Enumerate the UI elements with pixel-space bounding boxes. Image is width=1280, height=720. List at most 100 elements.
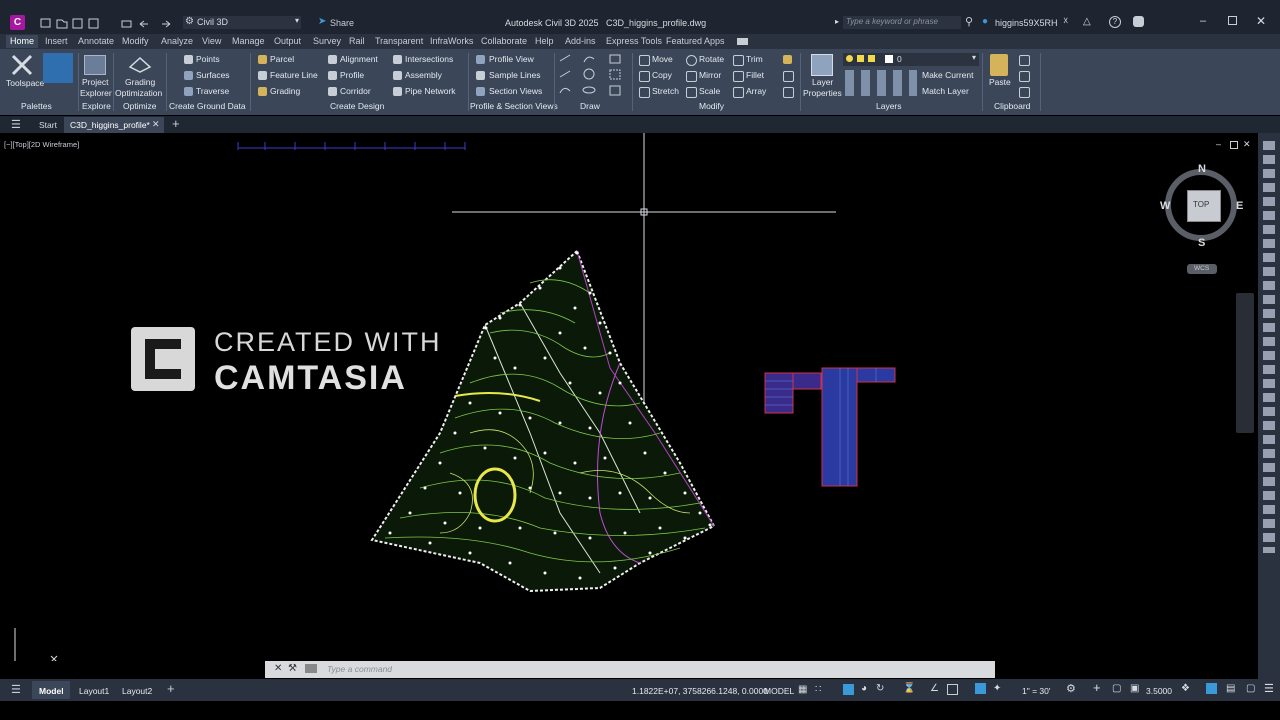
make-current-button[interactable]: Make Current <box>922 70 974 81</box>
polar-icon[interactable]: ◕ <box>861 683 867 694</box>
grid-icon[interactable]: ▦ <box>798 684 807 695</box>
clean-screen-icon[interactable] <box>1206 683 1217 694</box>
viewcube-top-face[interactable]: TOP <box>1187 190 1221 222</box>
fillet-button[interactable]: Fillet <box>746 70 764 81</box>
section-views-button[interactable]: Section Views <box>489 86 542 97</box>
coordinates-readout[interactable]: 1.1822E+07, 3758266.1248, 0.0000 <box>632 686 768 696</box>
isolate-icon[interactable]: ❖ <box>1181 683 1190 694</box>
ortho-icon[interactable] <box>843 684 854 695</box>
feature-line-button[interactable]: Feature Line <box>270 70 318 81</box>
tab-featured-apps[interactable]: Featured Apps <box>662 35 729 48</box>
tab-help[interactable]: Help <box>531 35 558 48</box>
layout1-tab[interactable]: Layout1 <box>79 686 109 696</box>
snap-icon[interactable]: ∷ <box>815 684 821 695</box>
move-button[interactable]: Move <box>652 54 673 65</box>
tab-analyze[interactable]: Analyze <box>157 35 197 48</box>
isodraft-icon[interactable]: ↻ <box>876 683 884 694</box>
wcs-menu[interactable]: WCS <box>1187 264 1217 274</box>
tab-survey[interactable]: Survey <box>309 35 345 48</box>
ribbon-toggle-icon[interactable] <box>737 38 748 45</box>
connect-icon[interactable]: △ <box>1083 16 1091 27</box>
cmd-settings-icon[interactable]: ⚒ <box>288 663 297 674</box>
array-button[interactable]: Array <box>746 86 766 97</box>
erase-icon[interactable] <box>783 55 792 64</box>
osnap-icon[interactable]: ∠ <box>930 683 939 694</box>
help-icon[interactable]: ? <box>1109 16 1121 28</box>
tab-modify[interactable]: Modify <box>118 35 153 48</box>
properties-icon[interactable]: ▤ <box>1226 683 1235 694</box>
layer-select[interactable]: 0 ▾ <box>843 53 979 66</box>
minimize-button[interactable]: – <box>1200 15 1206 27</box>
copy-clip-icon[interactable] <box>1019 55 1030 66</box>
project-explorer-button[interactable]: Project Explorer <box>80 51 112 99</box>
tab-home[interactable]: Home <box>6 35 39 48</box>
ground-data-panel-title[interactable]: Create Ground Data <box>169 101 246 111</box>
mirror-button[interactable]: Mirror <box>699 70 721 81</box>
compass-east[interactable]: E <box>1236 200 1243 212</box>
intersections-button[interactable]: Intersections <box>405 54 453 65</box>
cmd-close-icon[interactable]: ✕ <box>274 663 282 674</box>
create-design-panel-title[interactable]: Create Design <box>330 101 384 111</box>
draw-panel-title[interactable]: Draw <box>580 101 600 111</box>
annotation-scale[interactable]: 1" = 30' <box>1022 686 1051 696</box>
drawing-viewport[interactable]: [−][Top][2D Wireframe] – ✕ CREATED WITH … <box>0 133 1258 661</box>
tab-output[interactable]: Output <box>270 35 305 48</box>
compass-north[interactable]: N <box>1198 163 1206 175</box>
menu-icon[interactable]: ☰ <box>11 118 21 131</box>
layer-properties-button[interactable]: Layer Properties <box>802 51 842 99</box>
traverse-button[interactable]: Traverse <box>196 86 229 97</box>
points-button[interactable]: Points <box>196 54 220 65</box>
viewcube[interactable]: TOP N S W E <box>1160 163 1248 251</box>
osnap-track-icon[interactable]: ⌛ <box>903 683 915 694</box>
toolbar-icons[interactable] <box>1263 141 1275 553</box>
parcel-button[interactable]: Parcel <box>270 54 294 65</box>
file-tab-active[interactable]: C3D_higgins_profile* ✕ <box>64 117 164 133</box>
start-tab[interactable]: Start <box>39 120 57 130</box>
stretch-button[interactable]: Stretch <box>652 86 679 97</box>
tab-infraworks[interactable]: InfraWorks <box>426 35 477 48</box>
app-store-icon[interactable] <box>1133 16 1144 27</box>
search-input[interactable]: Type a keyword or phrase <box>843 16 961 29</box>
compass-west[interactable]: W <box>1160 200 1170 212</box>
tab-insert[interactable]: Insert <box>41 35 72 48</box>
share-button[interactable]: Share <box>330 18 354 28</box>
new-tab-icon[interactable]: + <box>172 116 180 131</box>
customization-icon[interactable]: ☰ <box>1264 682 1274 695</box>
grading-optimization-button[interactable]: Grading Optimization <box>115 51 165 99</box>
sample-lines-button[interactable]: Sample Lines <box>489 70 541 81</box>
tab-express-tools[interactable]: Express Tools <box>602 35 666 48</box>
palettes-panel-title[interactable]: Palettes <box>21 101 52 111</box>
compass-south[interactable]: S <box>1198 237 1205 249</box>
scale-button[interactable]: Scale <box>699 86 720 97</box>
menu-icon[interactable]: ☰ <box>11 683 21 696</box>
selection-icon[interactable] <box>947 684 958 695</box>
units-icon[interactable]: ▢ <box>1112 683 1121 694</box>
hardware-icon[interactable]: ▣ <box>1130 683 1139 694</box>
workspace-select[interactable]: ⚙ Civil 3D ▾ <box>183 16 301 29</box>
close-icon[interactable]: ✕ <box>152 119 160 130</box>
lineweight-readout[interactable]: 3.5000 <box>1146 686 1172 696</box>
user-menu[interactable]: higgins59X5RH <box>995 18 1058 28</box>
cmd-prompt-icon[interactable] <box>305 664 317 673</box>
cart-icon[interactable]: ☓ <box>1063 16 1068 27</box>
surfaces-button[interactable]: Surfaces <box>196 70 230 81</box>
search-icon[interactable]: ⚲ <box>965 15 973 28</box>
workspace-gear-icon[interactable]: ⚙ <box>1066 682 1076 695</box>
cut-icon[interactable] <box>1019 71 1030 82</box>
offset-icon[interactable] <box>783 87 794 98</box>
layers-panel-title[interactable]: Layers <box>876 101 902 111</box>
profile-button[interactable]: Profile <box>340 70 364 81</box>
corridor-button[interactable]: Corridor <box>340 86 371 97</box>
fullscreen-icon[interactable]: ▢ <box>1246 683 1255 694</box>
pipe-network-button[interactable]: Pipe Network <box>405 86 456 97</box>
profile-view-button[interactable]: Profile View <box>489 54 534 65</box>
alignment-button[interactable]: Alignment <box>340 54 378 65</box>
match-layer-button[interactable]: Match Layer <box>922 86 969 97</box>
tab-annotate[interactable]: Annotate <box>74 35 118 48</box>
restore-button[interactable] <box>1228 16 1237 25</box>
model-space-toggle[interactable]: MODEL <box>764 686 794 696</box>
navigation-bar[interactable] <box>1236 293 1254 433</box>
model-tab[interactable]: Model <box>32 681 70 699</box>
grading-button[interactable]: Grading <box>270 86 300 97</box>
add-layout-icon[interactable]: + <box>167 681 175 696</box>
